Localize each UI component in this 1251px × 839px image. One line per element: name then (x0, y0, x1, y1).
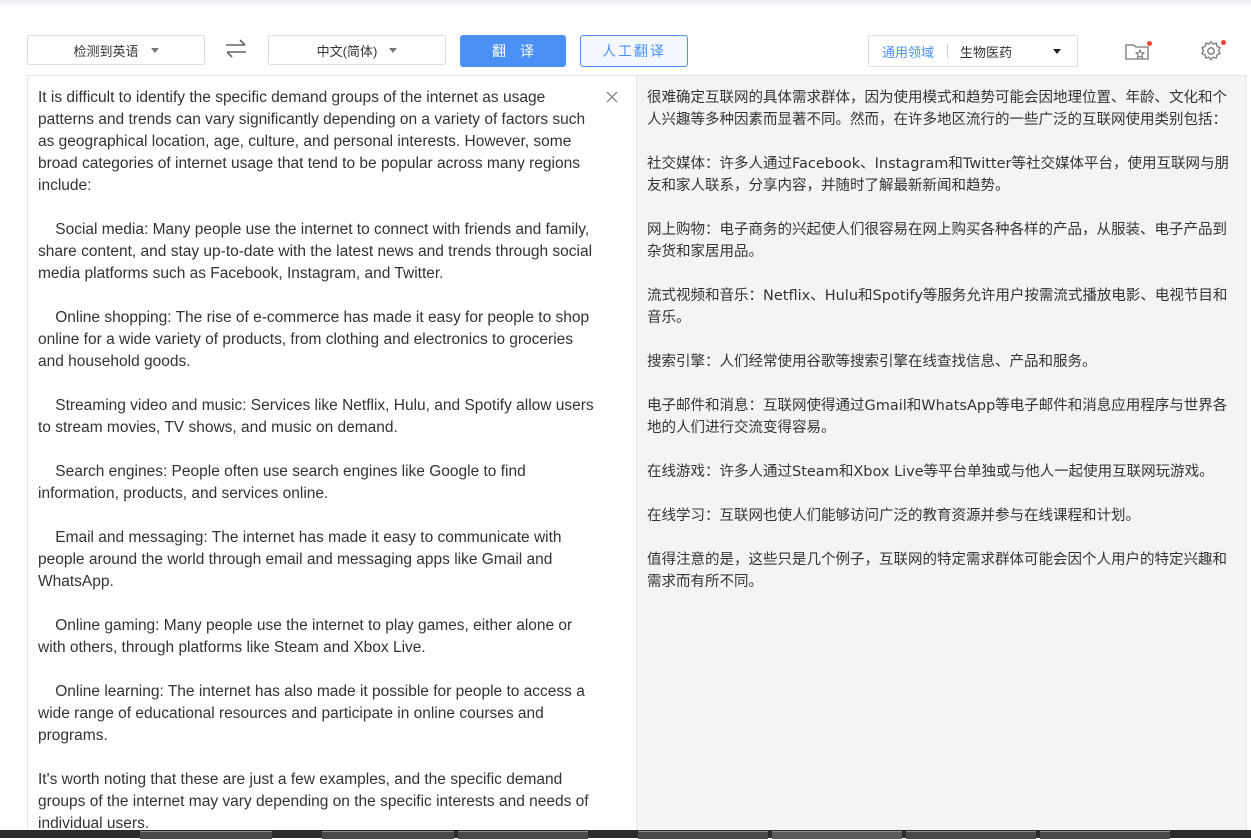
source-language-select[interactable]: 检测到英语 (27, 35, 205, 65)
settings-button[interactable] (1196, 36, 1226, 66)
source-language-label: 检测到英语 (73, 43, 139, 59)
favorites-button[interactable] (1123, 36, 1153, 66)
swap-languages-button[interactable] (222, 35, 250, 63)
chevron-down-icon (389, 47, 398, 53)
domain-select[interactable]: 通用领域 生物医药 (868, 35, 1078, 67)
translate-button[interactable]: 翻译 (460, 35, 566, 67)
target-language-select[interactable]: 中文(简体) (268, 35, 446, 65)
notification-dot (1221, 40, 1226, 45)
chevron-down-icon (150, 47, 159, 53)
caret-down-icon (1053, 49, 1061, 54)
human-translate-button[interactable]: 人工翻译 (580, 35, 688, 67)
domain-divider (947, 44, 949, 58)
domain-general-label[interactable]: 通用领域 (882, 42, 934, 61)
swap-arrows-icon (226, 39, 246, 58)
domain-current-label: 生物医药 (960, 44, 1013, 60)
translation-panel: 很难确定互联网的具体需求群体，因为使用模式和趋势可能会因地理位置、年龄、文化和个… (637, 75, 1247, 838)
close-icon (606, 91, 618, 103)
notification-dot (1147, 41, 1152, 46)
target-language-label: 中文(简体) (316, 43, 378, 59)
source-text-panel[interactable]: It is difficult to identify the specific… (27, 75, 637, 838)
clear-button[interactable] (604, 89, 620, 105)
source-text[interactable]: It is difficult to identify the specific… (38, 87, 598, 835)
translated-text: 很难确定互联网的具体需求群体，因为使用模式和趋势可能会因地理位置、年龄、文化和个… (647, 90, 1229, 590)
toolbar: 检测到英语 中文(简体) 翻译 人工翻译 通用领域 生物医药 (0, 0, 1251, 76)
